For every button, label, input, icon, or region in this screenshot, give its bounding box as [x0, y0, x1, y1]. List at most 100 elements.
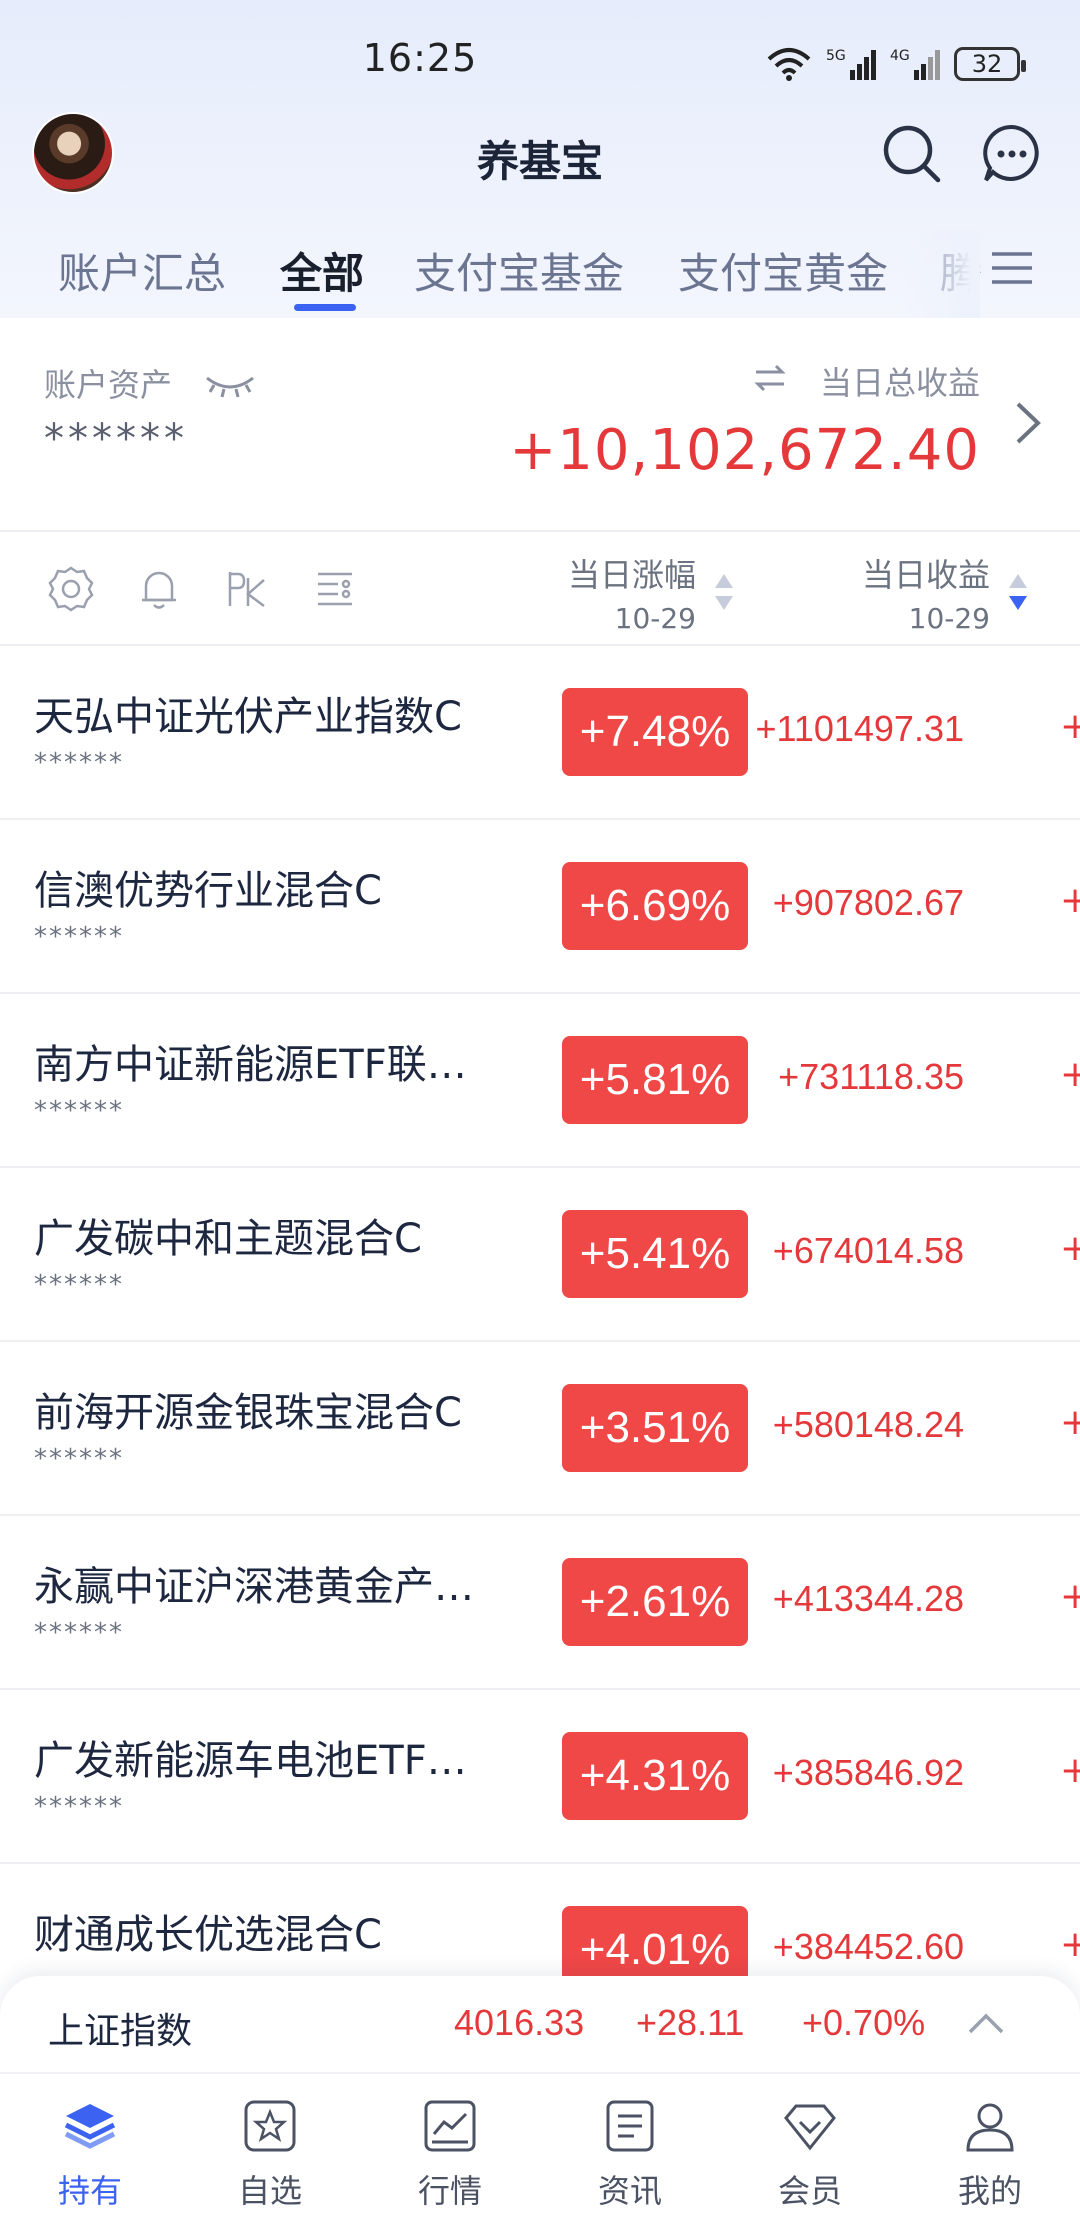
nav-news[interactable]: 资讯 — [540, 2074, 720, 2228]
nav-label: 持有 — [57, 2172, 122, 2210]
asset-summary[interactable]: 账户资产 ****** 当日总收益 +10,102,672.40 — [0, 318, 1080, 530]
row-extra: + — [1060, 1402, 1080, 1443]
change-badge: +4.31% — [562, 1732, 748, 1820]
signal-4g-icon: 4G — [890, 48, 940, 80]
column-profit-date: 10-29 — [908, 602, 990, 635]
fund-holding-mask: ****** — [34, 1618, 124, 1648]
row-profit: +385846.92 — [772, 1752, 964, 1793]
layers-icon — [64, 2104, 116, 2149]
tab-active-indicator — [294, 304, 356, 311]
column-change[interactable]: 当日涨幅 10-29 — [568, 550, 696, 635]
status-bar: 16:25 5G 4G 32 — [0, 0, 1080, 110]
fund-holding-mask: ****** — [34, 922, 124, 952]
asset-value: ****** — [44, 416, 188, 462]
fund-name: 天弘中证光伏产业指数C — [34, 694, 462, 740]
swap-icon[interactable] — [752, 360, 788, 396]
fund-row[interactable]: 广发碳中和主题混合C ****** +5.41% +674014.58 + — [0, 1168, 1080, 1342]
nav-label: 资讯 — [597, 2172, 662, 2210]
nav-label: 我的 — [957, 2172, 1022, 2210]
nav-label: 自选 — [237, 2172, 302, 2210]
row-profit: +580148.24 — [772, 1404, 964, 1445]
index-ticker-bar[interactable]: 上证指数 4016.33 +28.11 +0.70% — [0, 1976, 1080, 2072]
fund-row[interactable]: 南方中证新能源ETF联… ****** +5.81% +731118.35 + — [0, 994, 1080, 1168]
row-extra: + — [1060, 706, 1080, 747]
menu-icon[interactable] — [990, 246, 1034, 290]
nav-label: 会员 — [777, 2172, 842, 2210]
chevron-up-icon[interactable] — [966, 2006, 1006, 2042]
chart-icon — [424, 2100, 476, 2152]
tab-alipay-gold[interactable]: 支付宝黄金 — [678, 240, 888, 301]
asset-label: 账户资产 — [44, 366, 173, 404]
row-extra: + — [1060, 1750, 1080, 1791]
eye-closed-icon[interactable] — [204, 370, 256, 400]
chevron-right-icon[interactable] — [1010, 398, 1046, 448]
message-icon[interactable] — [980, 122, 1044, 186]
column-change-label: 当日涨幅 — [567, 556, 696, 594]
account-tabs: 账户汇总 全部 支付宝基金 支付宝黄金 腾 — [0, 230, 1080, 320]
tabs-fade — [900, 230, 980, 320]
index-change: +28.11 — [636, 2002, 745, 2043]
index-value: 4016.33 — [454, 2002, 585, 2043]
nav-profile[interactable]: 我的 — [900, 2074, 1080, 2228]
net1-label: 5G — [826, 48, 846, 64]
row-extra: + — [1060, 1054, 1080, 1095]
fund-name: 财通成长优选混合C — [34, 1912, 382, 1958]
daily-profit-value: +10,102,672.40 — [509, 418, 980, 483]
index-name: 上证指数 — [48, 2011, 193, 2052]
user-icon — [966, 2103, 1014, 2152]
diamond-icon — [784, 2104, 836, 2151]
fund-row[interactable]: 广发新能源车电池ETF… ****** +4.31% +385846.92 + — [0, 1690, 1080, 1864]
row-extra: + — [1060, 1228, 1080, 1269]
row-extra: + — [1060, 1924, 1080, 1965]
index-percent: +0.70% — [802, 2002, 926, 2043]
column-change-date: 10-29 — [614, 602, 696, 635]
fund-name: 永赢中证沪深港黄金产… — [34, 1564, 474, 1610]
fund-name: 信澳优势行业混合C — [34, 868, 382, 914]
nav-market[interactable]: 行情 — [360, 2074, 540, 2228]
tab-alipay-fund[interactable]: 支付宝基金 — [414, 240, 624, 301]
search-icon[interactable] — [880, 122, 944, 186]
fund-name: 南方中证新能源ETF联… — [34, 1042, 467, 1088]
bell-icon[interactable] — [134, 564, 184, 614]
fund-holding-mask: ****** — [34, 1270, 124, 1300]
change-badge: +5.81% — [562, 1036, 748, 1124]
row-extra: + — [1060, 880, 1080, 921]
tab-all[interactable]: 全部 — [280, 240, 364, 301]
battery-icon: 32 — [954, 47, 1026, 81]
fund-name: 广发新能源车电池ETF… — [34, 1738, 467, 1784]
fund-row[interactable]: 天弘中证光伏产业指数C ****** +7.48% +1101497.31 + — [0, 646, 1080, 820]
row-profit: +384452.60 — [772, 1926, 964, 1967]
fund-row[interactable]: 信澳优势行业混合C ****** +6.69% +907802.67 + — [0, 820, 1080, 994]
fund-row[interactable]: 前海开源金银珠宝混合C ****** +3.51% +580148.24 + — [0, 1342, 1080, 1516]
sort-icon[interactable] — [712, 570, 736, 614]
fund-holding-mask: ****** — [34, 1444, 124, 1474]
wifi-icon — [767, 48, 811, 81]
fund-holding-mask: ****** — [34, 1792, 124, 1822]
nav-membership[interactable]: 会员 — [720, 2074, 900, 2228]
fund-holding-mask: ****** — [34, 748, 124, 778]
row-profit: +413344.28 — [772, 1578, 964, 1619]
change-badge: +5.41% — [562, 1210, 748, 1298]
row-profit: +674014.58 — [772, 1230, 964, 1271]
change-badge: +7.48% — [562, 688, 748, 776]
status-time: 16:25 — [362, 36, 478, 80]
daily-profit-label: 当日总收益 — [819, 364, 980, 402]
nav-watchlist[interactable]: 自选 — [180, 2074, 360, 2228]
battery-level: 32 — [971, 50, 1003, 78]
app-header: 养基宝 — [0, 110, 1080, 200]
fund-name: 广发碳中和主题混合C — [34, 1216, 422, 1262]
settings-icon[interactable] — [46, 564, 96, 614]
list-filter-icon[interactable] — [310, 564, 360, 614]
change-badge: +6.69% — [562, 862, 748, 950]
sort-desc-icon[interactable] — [1006, 570, 1030, 614]
row-extra: + — [1060, 1576, 1080, 1617]
change-badge: +3.51% — [562, 1384, 748, 1472]
kline-icon[interactable] — [222, 564, 272, 614]
status-icons: 5G 4G 32 — [766, 44, 1026, 84]
column-profit[interactable]: 当日收益 10-29 — [862, 550, 990, 635]
fund-row[interactable]: 永赢中证沪深港黄金产… ****** +2.61% +413344.28 + — [0, 1516, 1080, 1690]
nav-holdings[interactable]: 持有 — [0, 2074, 180, 2228]
signal-5g-icon: 5G — [826, 48, 876, 80]
row-profit: +1101497.31 — [755, 708, 964, 749]
tab-account-summary[interactable]: 账户汇总 — [58, 240, 226, 301]
